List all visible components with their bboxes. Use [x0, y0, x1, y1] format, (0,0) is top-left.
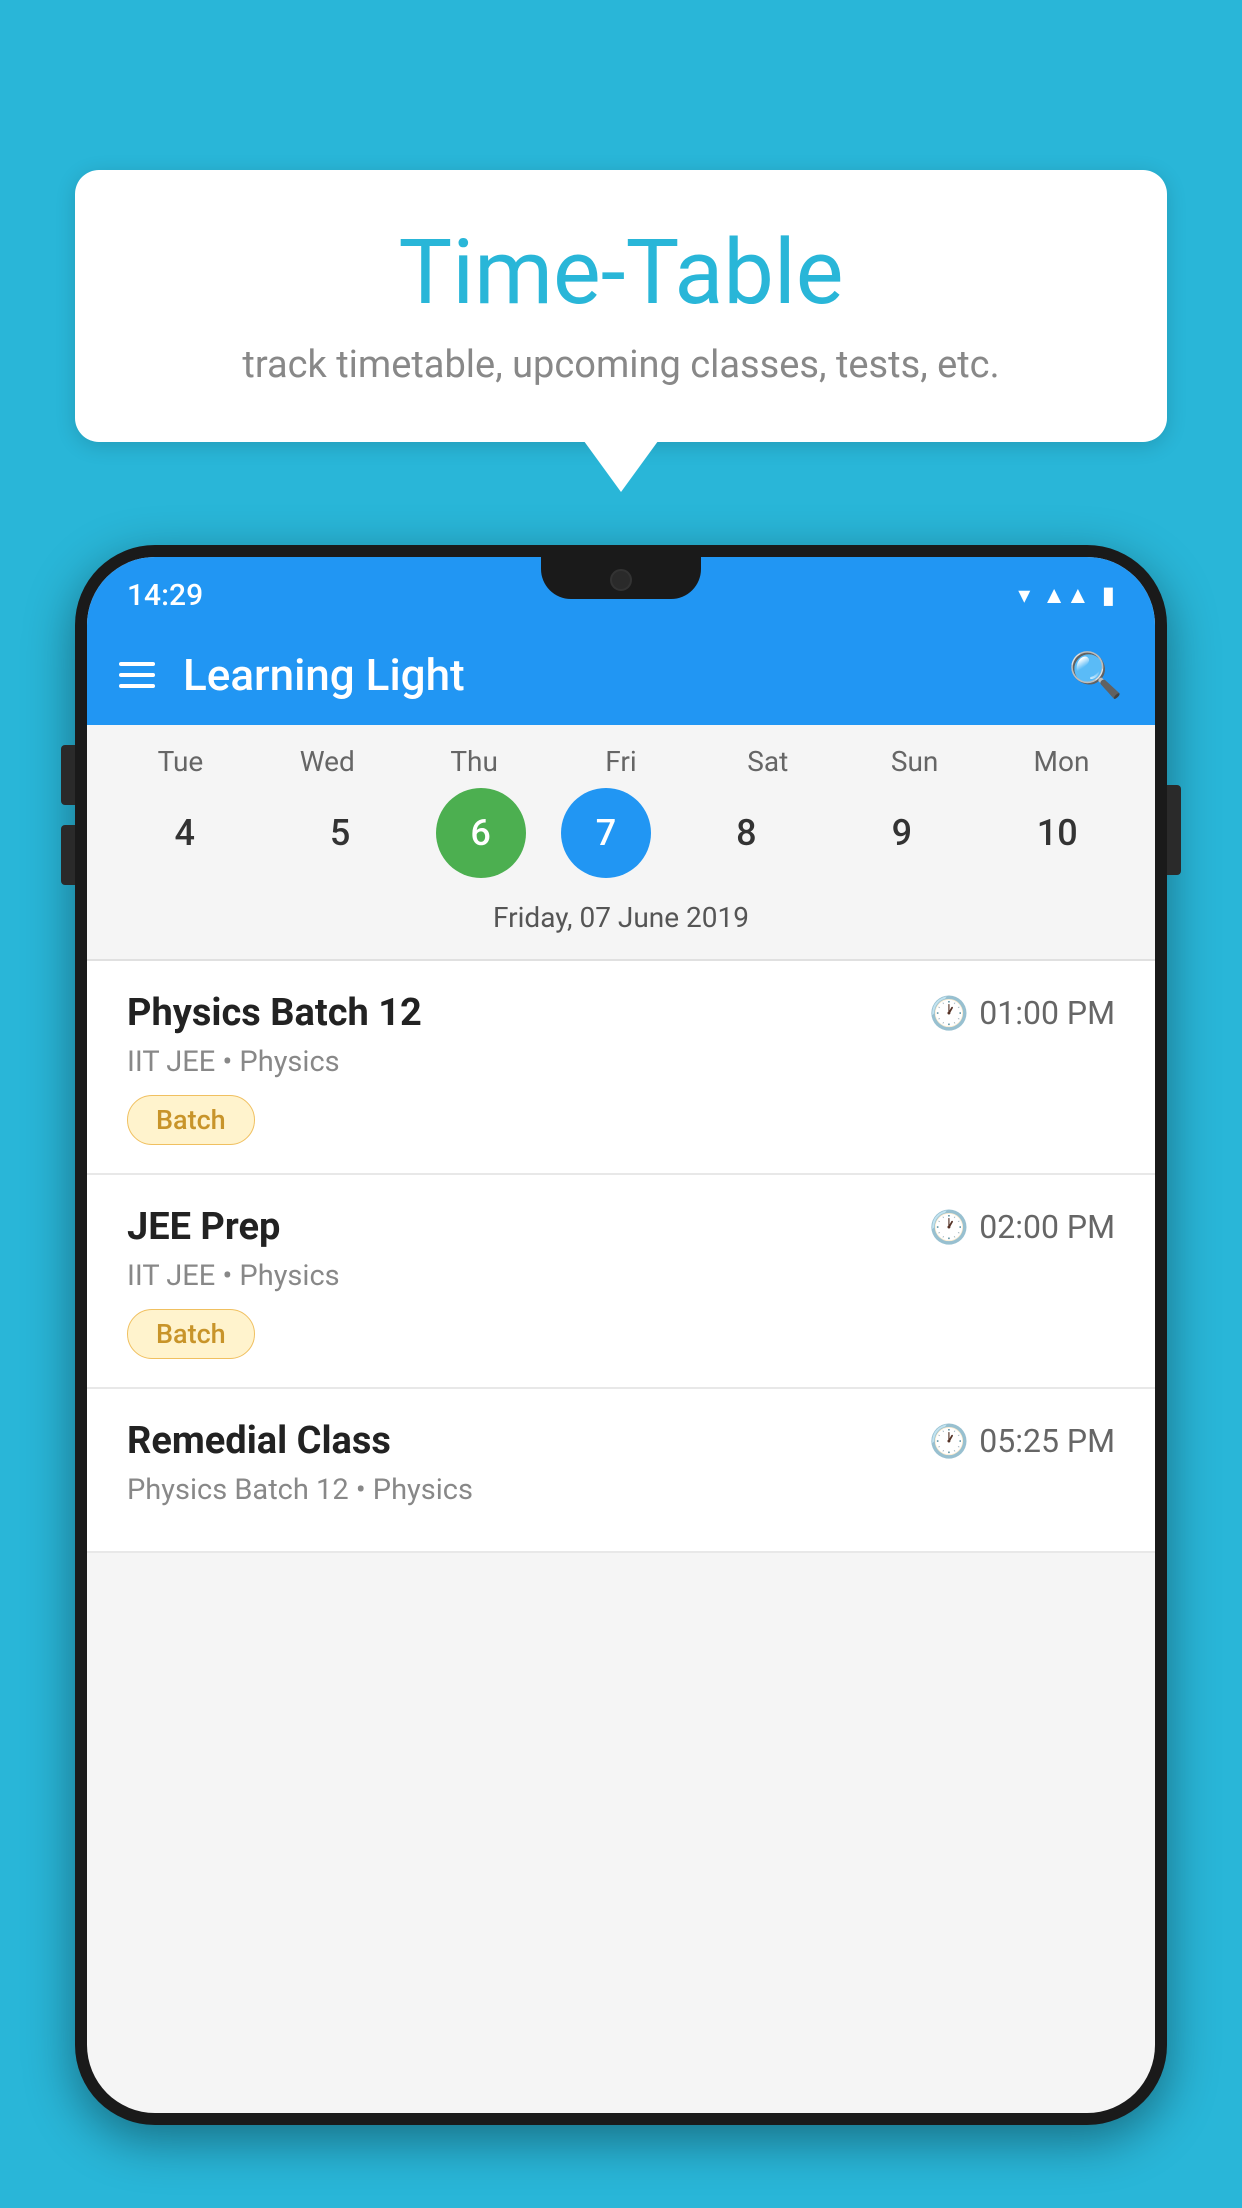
clock-icon-3: 🕐 — [929, 1422, 969, 1460]
app-bar-left: Learning Light — [119, 649, 465, 701]
time-value-2: 02:00 PM — [979, 1208, 1115, 1246]
app-title: Learning Light — [183, 649, 465, 701]
day-7-selected[interactable]: 7 — [561, 788, 651, 878]
menu-icon[interactable] — [119, 662, 155, 688]
schedule-item-2-header: JEE Prep 🕐 02:00 PM — [127, 1205, 1115, 1249]
schedule-item-1-header: Physics Batch 12 🕐 01:00 PM — [127, 991, 1115, 1035]
clock-icon-2: 🕐 — [929, 1208, 969, 1246]
clock-icon-1: 🕐 — [929, 994, 969, 1032]
schedule-time-3: 🕐 05:25 PM — [929, 1422, 1115, 1460]
app-bar: Learning Light 🔍 — [87, 625, 1155, 725]
schedule-list: Physics Batch 12 🕐 01:00 PM IIT JEE • Ph… — [87, 961, 1155, 1553]
wifi-icon: ▾ — [1018, 581, 1030, 609]
batch-badge-1: Batch — [127, 1095, 255, 1145]
day-header-thu: Thu — [414, 745, 534, 778]
time-value-3: 05:25 PM — [979, 1422, 1115, 1460]
day-header-fri: Fri — [561, 745, 681, 778]
schedule-title-2: JEE Prep — [127, 1205, 280, 1249]
camera — [610, 569, 632, 591]
schedule-meta-3: Physics Batch 12 • Physics — [127, 1473, 1115, 1507]
signal-icon: ▲▲ — [1042, 581, 1090, 610]
day-headers: Tue Wed Thu Fri Sat Sun Mon — [87, 745, 1155, 778]
power-button — [1167, 785, 1181, 875]
phone-mockup: 14:29 ▾ ▲▲ ▮ Learning Light 🔍 — [75, 545, 1167, 2208]
day-header-sun: Sun — [855, 745, 975, 778]
battery-icon: ▮ — [1102, 581, 1115, 609]
day-9[interactable]: 9 — [842, 788, 962, 878]
day-header-mon: Mon — [1001, 745, 1121, 778]
selected-date: Friday, 07 June 2019 — [87, 893, 1155, 949]
bubble-title: Time-Table — [135, 220, 1107, 325]
day-10[interactable]: 10 — [997, 788, 1117, 878]
day-numbers: 4 5 6 7 8 9 10 — [87, 788, 1155, 878]
vol-button-up — [61, 745, 75, 805]
phone-screen: 14:29 ▾ ▲▲ ▮ Learning Light 🔍 — [87, 557, 1155, 2113]
status-icons: ▾ ▲▲ ▮ — [1018, 581, 1115, 610]
vol-button-down — [61, 825, 75, 885]
schedule-meta-1: IIT JEE • Physics — [127, 1045, 1115, 1079]
schedule-title-3: Remedial Class — [127, 1419, 391, 1463]
day-4[interactable]: 4 — [125, 788, 245, 878]
phone-outer: 14:29 ▾ ▲▲ ▮ Learning Light 🔍 — [75, 545, 1167, 2125]
schedule-meta-2: IIT JEE • Physics — [127, 1259, 1115, 1293]
day-8[interactable]: 8 — [686, 788, 806, 878]
batch-badge-2: Batch — [127, 1309, 255, 1359]
status-time: 14:29 — [127, 578, 203, 613]
day-header-sat: Sat — [708, 745, 828, 778]
bubble-subtitle: track timetable, upcoming classes, tests… — [135, 343, 1107, 387]
schedule-title-1: Physics Batch 12 — [127, 991, 422, 1035]
time-value-1: 01:00 PM — [979, 994, 1115, 1032]
schedule-item-1[interactable]: Physics Batch 12 🕐 01:00 PM IIT JEE • Ph… — [87, 961, 1155, 1175]
speech-bubble: Time-Table track timetable, upcoming cla… — [75, 170, 1167, 442]
day-header-tue: Tue — [120, 745, 240, 778]
calendar-strip: Tue Wed Thu Fri Sat Sun Mon 4 5 6 7 8 9 … — [87, 725, 1155, 959]
schedule-item-2[interactable]: JEE Prep 🕐 02:00 PM IIT JEE • Physics Ba… — [87, 1175, 1155, 1389]
day-header-wed: Wed — [267, 745, 387, 778]
schedule-time-1: 🕐 01:00 PM — [929, 994, 1115, 1032]
search-button[interactable]: 🔍 — [1068, 649, 1123, 701]
schedule-time-2: 🕐 02:00 PM — [929, 1208, 1115, 1246]
schedule-item-3-header: Remedial Class 🕐 05:25 PM — [127, 1419, 1115, 1463]
day-5[interactable]: 5 — [280, 788, 400, 878]
day-6-today[interactable]: 6 — [436, 788, 526, 878]
notch — [541, 557, 701, 599]
schedule-item-3[interactable]: Remedial Class 🕐 05:25 PM Physics Batch … — [87, 1389, 1155, 1553]
